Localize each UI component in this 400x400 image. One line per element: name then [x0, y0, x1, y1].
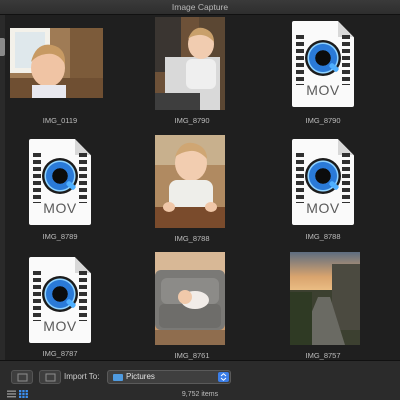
grid-item[interactable]: IMG_8761: [137, 251, 247, 366]
chevron-updown-icon: [218, 372, 229, 382]
grid-item[interactable]: MOV IMG_8790: [268, 15, 378, 130]
quicktime-mov-file-icon[interactable]: MOV: [29, 257, 91, 343]
rotate-left-button[interactable]: [11, 370, 33, 384]
item-name: IMG_8789: [42, 232, 78, 241]
item-name: IMG_0119: [42, 116, 78, 125]
import-to-label: Import To:: [64, 372, 100, 381]
quicktime-mov-file-icon[interactable]: MOV: [292, 21, 354, 107]
item-name: IMG_8788: [174, 234, 210, 243]
file-extension: MOV: [306, 82, 340, 98]
grid-item[interactable]: MOV IMG_8788: [268, 133, 378, 248]
grid-item[interactable]: IMG_8790: [137, 15, 247, 130]
item-name: IMG_8790: [305, 116, 341, 125]
item-name: IMG_8787: [42, 349, 78, 358]
grid-item[interactable]: IMG_0119: [5, 28, 115, 143]
item-count: 9,752 items: [181, 391, 219, 398]
delete-icon: [45, 373, 56, 382]
file-extension: MOV: [43, 200, 77, 216]
window-title: Image Capture: [0, 0, 400, 15]
grid-item[interactable]: MOV IMG_8789: [5, 133, 115, 248]
import-destination-select[interactable]: Pictures: [107, 370, 231, 384]
photo-thumbnail[interactable]: [155, 135, 225, 228]
grid-item[interactable]: IMG_8788: [137, 133, 247, 248]
item-name: IMG_8757: [305, 351, 341, 360]
grid-item[interactable]: MOV IMG_8787: [5, 251, 115, 366]
file-extension: MOV: [306, 200, 340, 216]
items-grid: IMG_0119 IMG_8790 MOV IMG_8790 MOV IMG_8…: [5, 15, 400, 360]
bottom-toolbar: Import To: Pictures 9,752 items: [0, 360, 400, 400]
item-name: IMG_8788: [305, 232, 341, 241]
item-name: IMG_8761: [174, 351, 210, 360]
delete-button[interactable]: [39, 370, 61, 384]
file-extension: MOV: [43, 318, 77, 334]
rotate-left-icon: [17, 373, 28, 382]
photo-thumbnail[interactable]: [155, 252, 225, 345]
photo-thumbnail[interactable]: [155, 17, 225, 110]
import-destination-value: Pictures: [126, 372, 155, 381]
quicktime-mov-file-icon[interactable]: MOV: [292, 139, 354, 225]
folder-icon: [113, 374, 123, 381]
photo-thumbnail[interactable]: [10, 28, 103, 98]
photo-thumbnail[interactable]: [290, 252, 360, 345]
quicktime-mov-file-icon[interactable]: MOV: [29, 139, 91, 225]
item-name: IMG_8790: [174, 116, 210, 125]
grid-item[interactable]: IMG_8757: [268, 251, 378, 366]
